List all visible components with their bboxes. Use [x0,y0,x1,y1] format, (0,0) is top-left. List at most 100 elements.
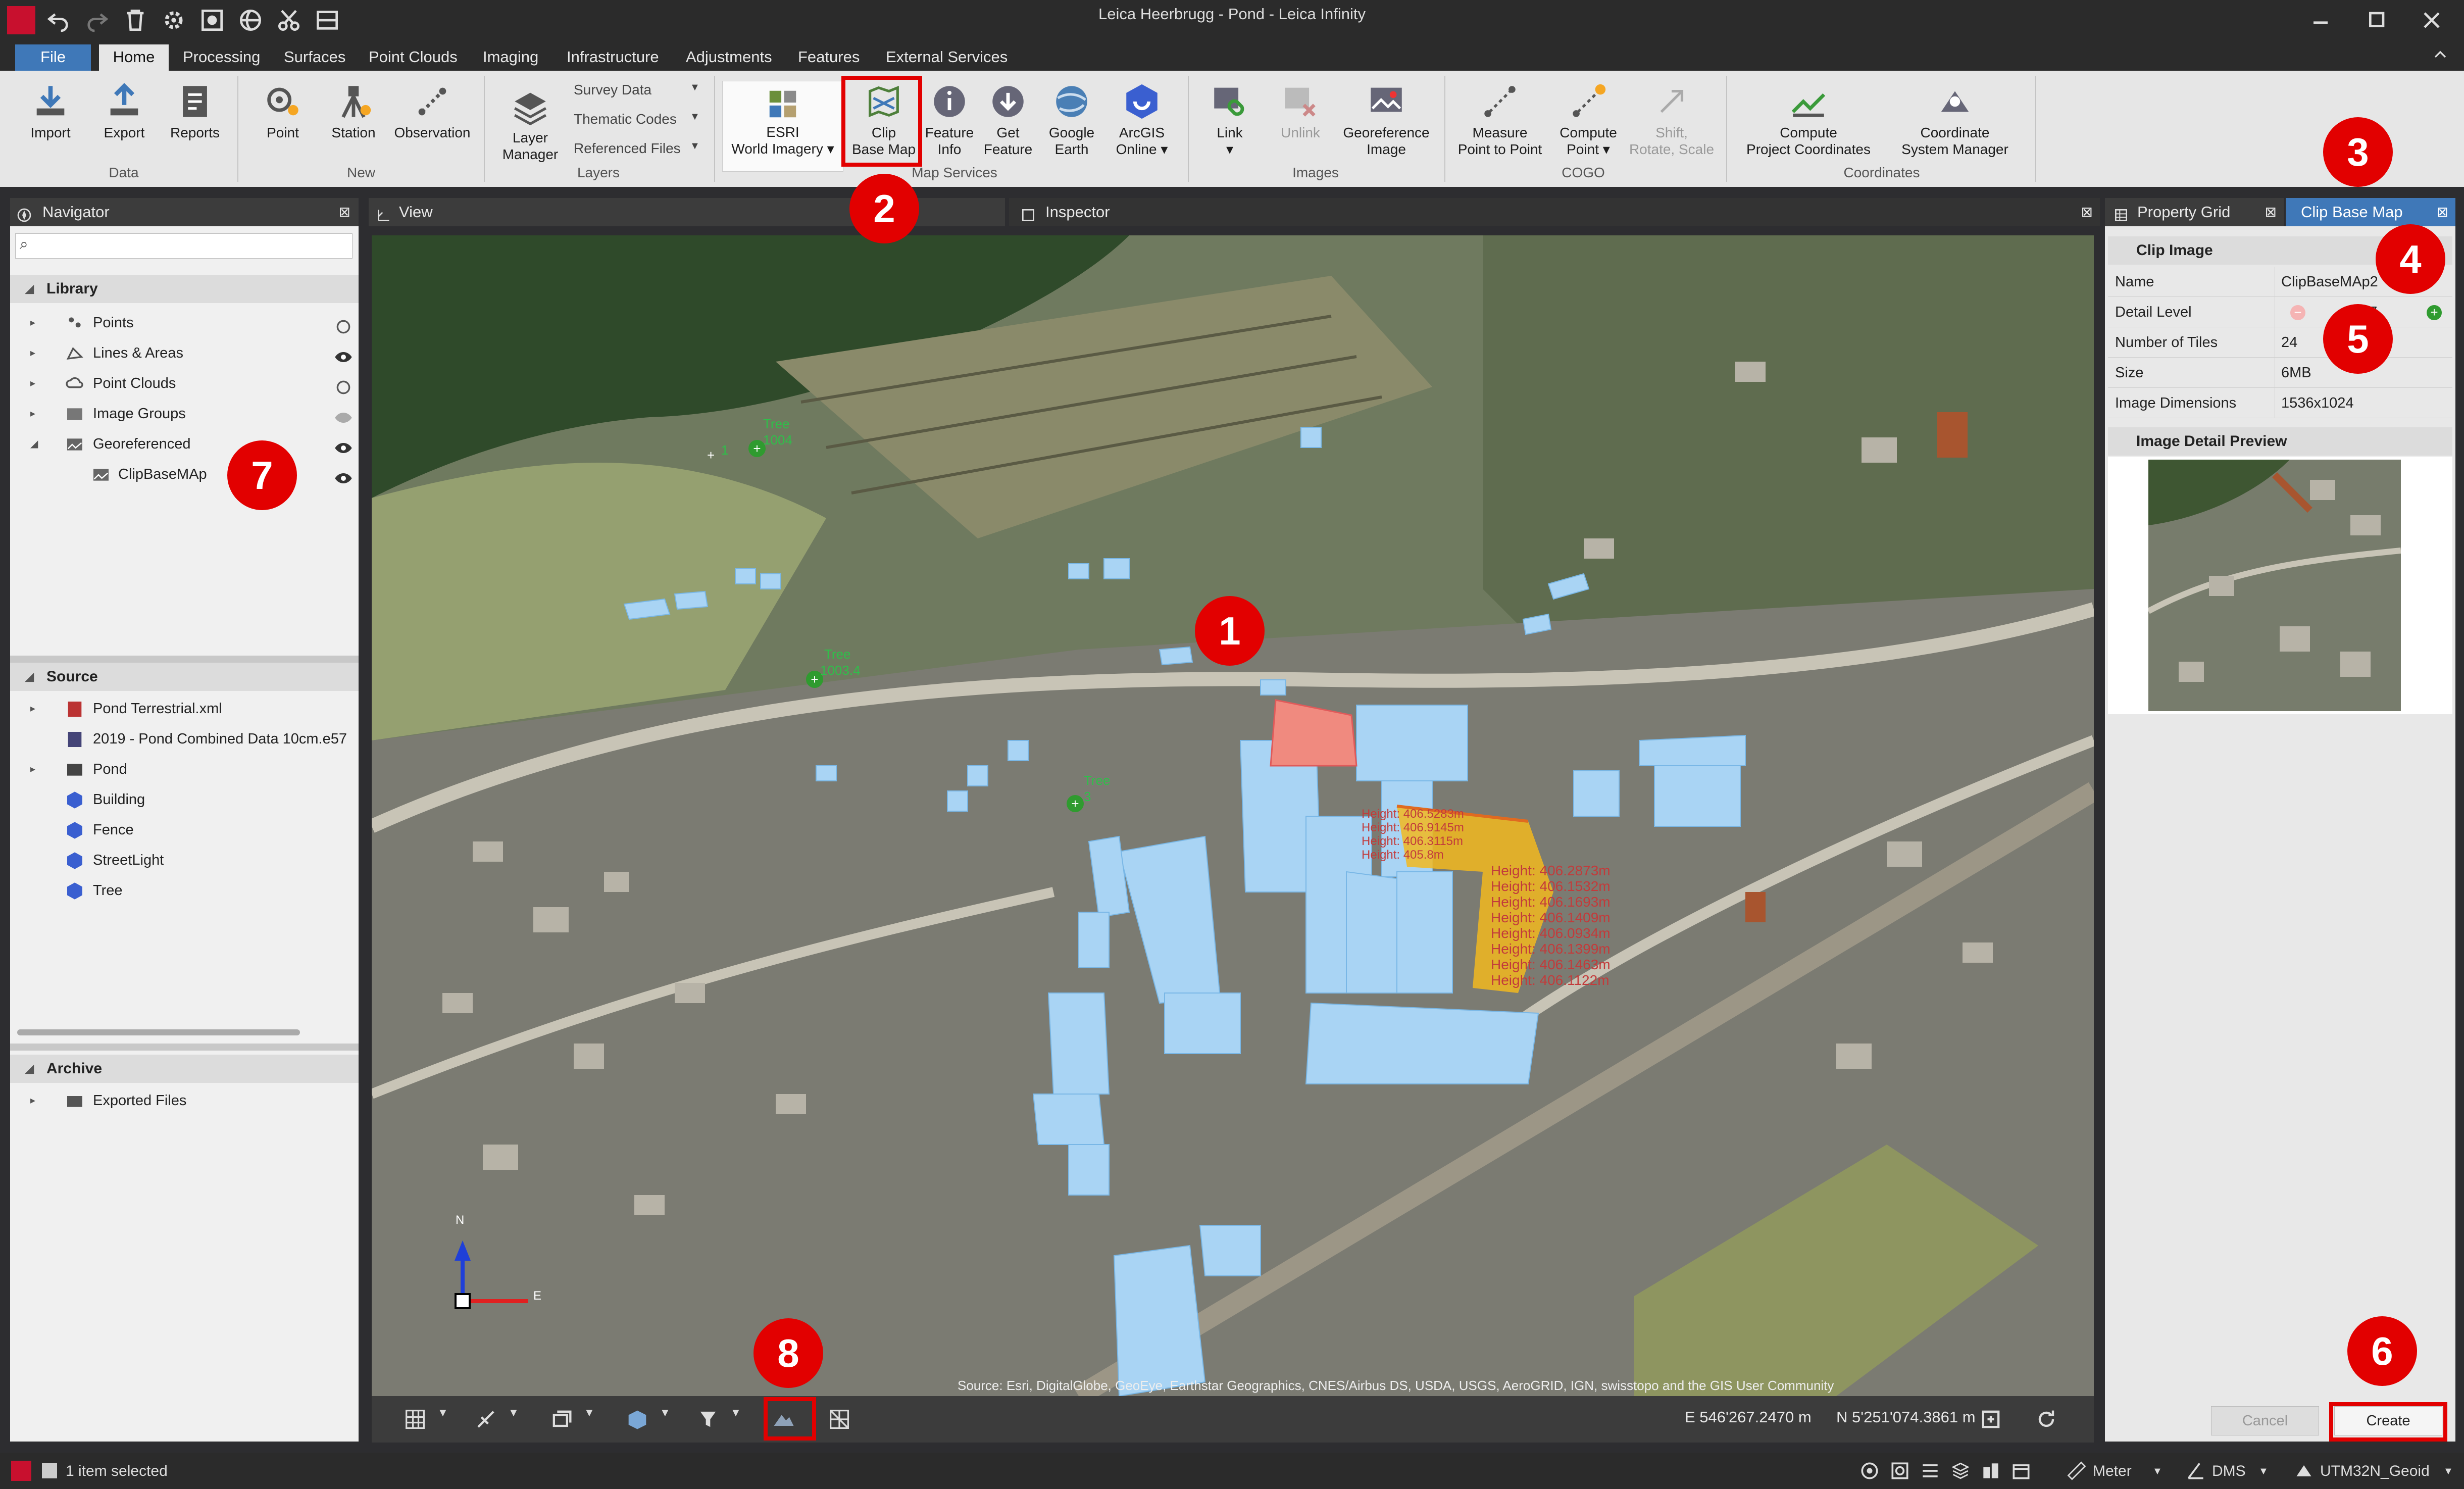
close-icon[interactable]: ⊠ [2437,198,2448,226]
library-section-header[interactable]: ◢ Library [10,275,359,303]
close-icon[interactable]: ⊠ [2081,198,2093,226]
tree-point-icon[interactable]: + [1067,795,1084,812]
esri-world-imagery-button[interactable]: ESRI World Imagery ▾ [722,81,843,172]
survey-data-dropdown[interactable]: Survey Data [574,82,651,98]
tree-item-exported-files[interactable]: ▸ Exported Files [10,1086,359,1115]
pin-icon[interactable]: ⊠ [339,198,350,226]
tree-item-pond-terrestrial[interactable]: ▸ Pond Terrestrial.xml [10,694,359,723]
restore-icon[interactable] [2358,6,2394,34]
compute-point-button[interactable]: Compute Point ▾ [1550,81,1626,158]
referenced-files-dropdown[interactable]: Referenced Files [574,140,681,157]
tab-processing[interactable]: Processing [183,44,260,71]
crs-selector[interactable]: UTM32N_Geoid [2320,1463,2430,1480]
3d-box-icon[interactable] [624,1406,650,1432]
view-cube-icon[interactable] [548,1406,575,1432]
visibility-on-icon[interactable] [333,436,354,453]
measure-point-to-point-button[interactable]: Measure Point to Point [1449,81,1550,158]
source-section-header[interactable]: ◢ Source [10,663,359,691]
list-icon[interactable] [1919,1460,1941,1482]
tab-home[interactable]: Home [99,44,169,71]
reports-button[interactable]: Reports [160,81,230,141]
snap-icon[interactable] [1858,1460,1881,1482]
compute-project-coordinates-button[interactable]: Compute Project Coordinates [1735,81,1882,158]
tree-item-point-clouds[interactable]: ▸ Point Clouds [10,369,359,398]
angle-selector[interactable]: DMS [2212,1463,2246,1480]
tree-item-fence[interactable]: Fence [10,815,359,845]
point-button[interactable]: Point [247,81,318,141]
horizontal-scrollbar[interactable] [17,1029,300,1035]
coordinate-system-manager-button[interactable]: Coordinate System Manager [1882,81,2028,158]
chevron-down-icon[interactable]: ▼ [2443,1466,2453,1477]
tab-file[interactable]: File [15,44,91,71]
thematic-codes-dropdown[interactable]: Thematic Codes [574,111,677,127]
feature-info-button[interactable]: Feature Info [919,81,980,158]
layer-manager-button[interactable]: Layer Manager [490,86,571,163]
tab-features[interactable]: Features [798,44,860,71]
observation-button[interactable]: Observation [392,81,473,141]
tab-infrastructure[interactable]: Infrastructure [567,44,659,71]
stack-icon[interactable] [1949,1460,1972,1482]
chevron-down-icon[interactable]: ▼ [660,1406,686,1432]
splitter[interactable] [10,656,359,663]
tree-item-streetlight[interactable]: StreetLight [10,846,359,875]
tab-adjustments[interactable]: Adjustments [686,44,772,71]
tab-property-grid[interactable]: Property Grid ⊠ [2105,198,2284,226]
export-button[interactable]: Export [89,81,160,141]
chevron-down-icon[interactable]: ▼ [2258,1466,2269,1477]
visibility-off-icon[interactable] [333,376,354,394]
visibility-partial-icon[interactable] [333,406,354,423]
select-tool-icon[interactable] [473,1406,499,1432]
filter-icon[interactable] [695,1406,721,1432]
camera-icon[interactable] [1889,1460,1911,1482]
navigator-search-input[interactable]: ⌕ [15,233,353,259]
tree-item-points[interactable]: ▸ Points [10,308,359,337]
decrease-icon[interactable]: − [2290,305,2305,320]
import-button[interactable]: Import [15,81,86,141]
tree-item-georeferenced[interactable]: ◢ Georeferenced [10,429,359,459]
close-icon[interactable]: ⊠ [2265,198,2277,226]
shift-rotate-scale-button[interactable]: Shift, Rotate, Scale [1626,81,1717,158]
link-button[interactable]: Link ▾ [1197,81,1263,158]
calendar-icon[interactable] [2010,1460,2032,1482]
visibility-on-icon[interactable] [333,467,354,483]
tree-item-image-groups[interactable]: ▸ Image Groups [10,399,359,428]
tab-external-services[interactable]: External Services [886,44,1008,71]
point-icon[interactable]: + [707,448,715,463]
tree-item-lines-areas[interactable]: ▸ Lines & Areas [10,338,359,368]
tab-imaging[interactable]: Imaging [483,44,538,71]
chevron-down-icon[interactable]: ▼ [437,1406,464,1432]
archive-section-header[interactable]: ◢ Archive [10,1055,359,1083]
station-button[interactable]: Station [318,81,389,141]
close-icon[interactable] [2414,6,2449,34]
visibility-on-icon[interactable] [333,345,354,362]
buildings-icon[interactable] [1980,1460,2002,1482]
tree-item-pond[interactable]: ▸ Pond [10,755,359,784]
google-earth-button[interactable]: Google Earth [1040,81,1103,158]
chevron-down-icon[interactable]: ▼ [730,1406,757,1432]
arcgis-online-button[interactable]: ArcGIS Online ▾ [1109,81,1175,158]
tree-item-e57[interactable]: 2019 - Pond Combined Data 10cm.e57 [10,724,359,754]
grid-icon[interactable] [402,1406,428,1432]
unlink-button[interactable]: Unlink [1268,81,1333,141]
chevron-down-icon[interactable]: ▼ [508,1406,534,1432]
minimize-icon[interactable] [2303,6,2338,34]
hatch-grid-icon[interactable] [826,1406,852,1432]
increase-icon[interactable]: + [2427,305,2442,320]
cancel-button[interactable]: Cancel [2211,1406,2319,1435]
unit-selector[interactable]: Meter [2093,1463,2132,1480]
splitter[interactable] [10,1044,359,1051]
chevron-down-icon[interactable]: ▼ [584,1406,610,1432]
collapse-ribbon-icon[interactable] [2430,44,2450,65]
refresh-icon[interactable] [2033,1406,2059,1432]
map-view[interactable]: + Tree 1004 + 1 + Tree 1003.4 + Tree 3 H… [372,235,2094,1396]
tab-clip-base-map[interactable]: Clip Base Map ⊠ [2286,198,2455,226]
tab-point-clouds[interactable]: Point Clouds [369,44,458,71]
tree-item-building[interactable]: Building [10,785,359,814]
tree-item-tree[interactable]: Tree [10,876,359,905]
visibility-off-icon[interactable] [333,315,354,334]
chevron-down-icon[interactable]: ▼ [2152,1466,2163,1477]
zoom-extent-icon[interactable] [1978,1406,2004,1432]
get-feature-button[interactable]: Get Feature [978,81,1038,158]
georeference-image-button[interactable]: Georeference Image [1338,81,1434,158]
tab-inspector[interactable]: Inspector ⊠ [1009,198,2100,226]
